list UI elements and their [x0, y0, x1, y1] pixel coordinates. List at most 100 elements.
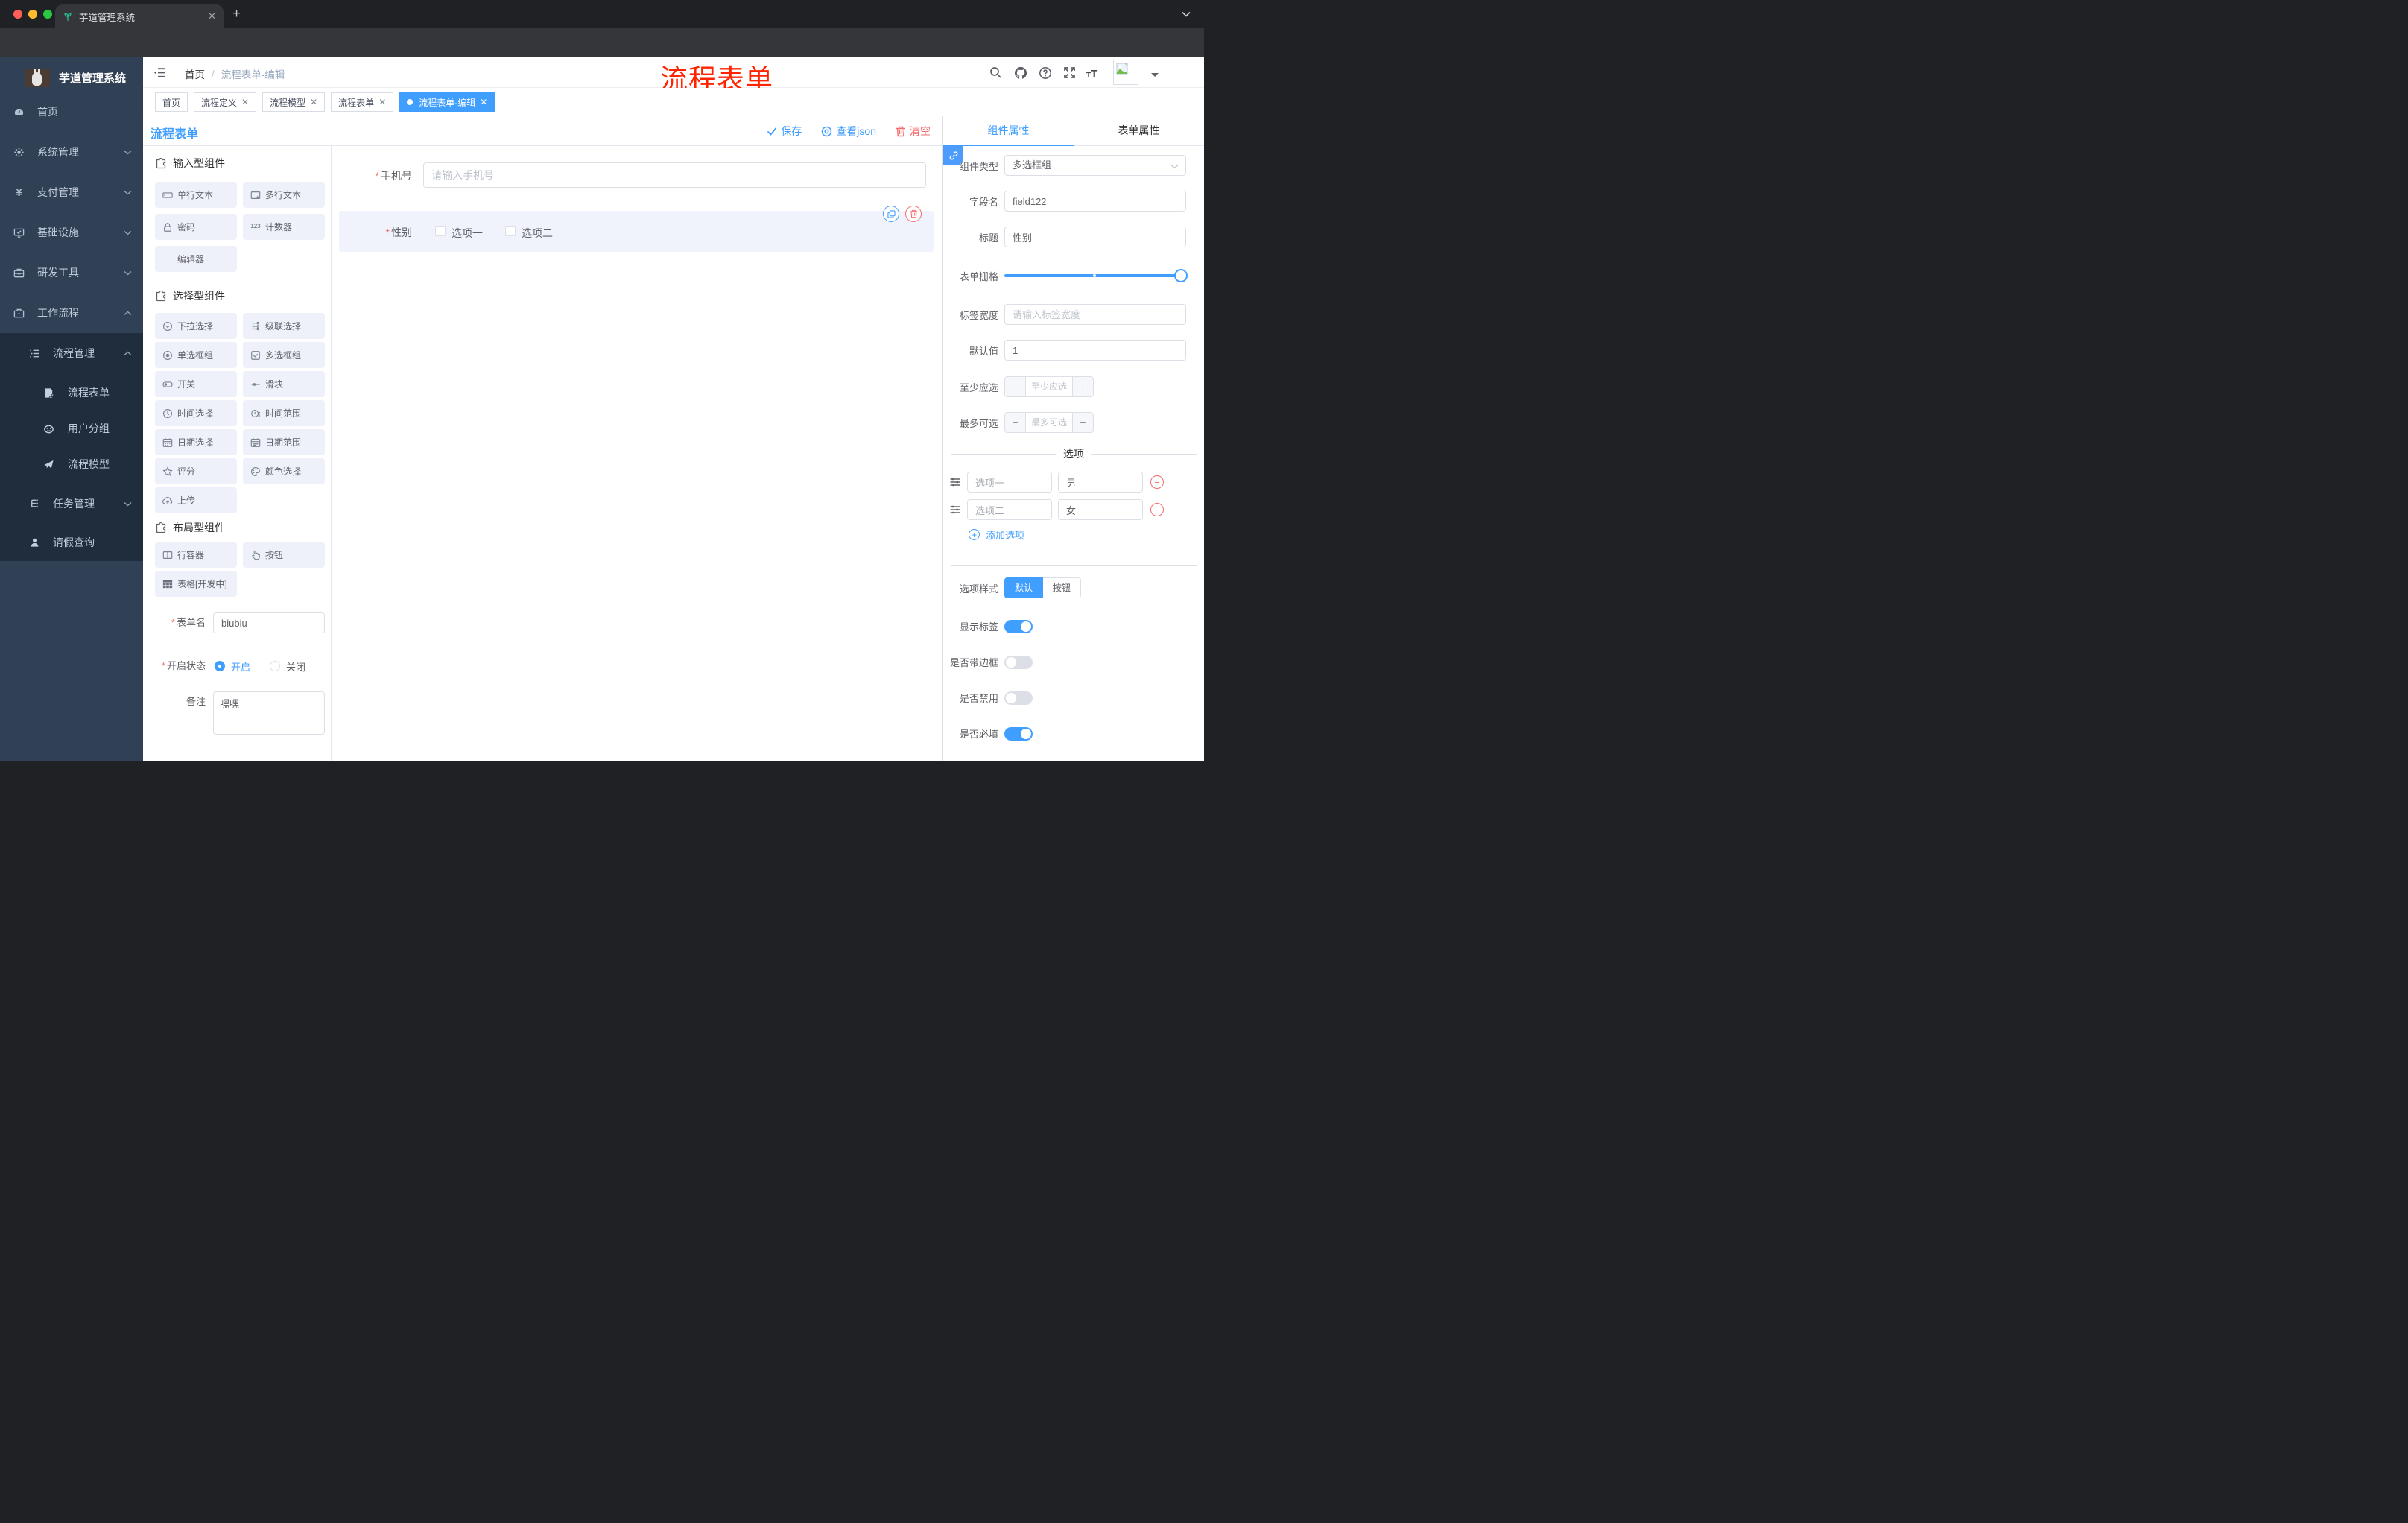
form-grid-slider[interactable] — [1004, 265, 1188, 286]
new-tab-button[interactable]: + — [232, 6, 241, 22]
style-default-button[interactable]: 默认 — [1004, 577, 1044, 598]
drag-handle-icon[interactable] — [949, 504, 961, 516]
github-icon[interactable] — [1014, 66, 1027, 80]
selected-component-gender[interactable]: * 性别 选项一 选项二 — [339, 211, 934, 252]
tab-component-props[interactable]: 组件属性 — [943, 116, 1074, 145]
component-item-table[interactable]: 表格[开发中] — [155, 571, 237, 597]
form-canvas[interactable]: *手机号 *性别 选项一 选项二 — [332, 146, 942, 762]
avatar[interactable] — [1113, 60, 1138, 85]
clear-button[interactable]: 清空 — [896, 124, 931, 139]
sidebar-item-workflow[interactable]: 工作流程 — [0, 293, 143, 333]
delete-component-button[interactable] — [905, 206, 922, 222]
tab-close-icon[interactable]: ✕ — [208, 10, 216, 22]
sidebar-item-process-model[interactable]: 流程模型 — [0, 446, 143, 482]
option1-value-input[interactable] — [1058, 472, 1143, 493]
component-item-time-range[interactable]: 时间范围 — [243, 400, 325, 426]
stepper-increase-button[interactable]: + — [1072, 413, 1093, 432]
default-value-input[interactable] — [1004, 340, 1186, 361]
component-item-checkbox-group[interactable]: 多选框组 — [243, 342, 325, 368]
option2-value-input[interactable] — [1058, 499, 1143, 520]
component-item-switch[interactable]: 开关 — [155, 371, 237, 397]
tag-close-icon[interactable]: ✕ — [241, 97, 249, 107]
sidebar-item-task-mgmt[interactable]: 任务管理 — [0, 485, 143, 522]
component-item-editor[interactable]: 编辑器 — [155, 246, 237, 272]
component-item-counter[interactable]: 123 计数器 — [243, 214, 325, 240]
fullscreen-icon[interactable] — [1063, 66, 1076, 79]
component-item-time-picker[interactable]: 时间选择 — [155, 400, 237, 426]
gender-option1-checkbox[interactable] — [435, 226, 446, 236]
gender-option1-label[interactable]: 选项一 — [452, 226, 483, 241]
title-input[interactable] — [1004, 227, 1186, 247]
remove-option-button[interactable]: − — [1150, 475, 1164, 489]
tag-home[interactable]: 首页 — [155, 92, 188, 112]
save-button[interactable]: 保存 — [767, 124, 802, 139]
sidebar-item-system[interactable]: 系统管理 — [0, 132, 143, 172]
component-item-date-range[interactable]: 日期范围 — [243, 429, 325, 455]
breadcrumb-home[interactable]: 首页 — [185, 66, 205, 81]
form-name-input[interactable] — [213, 612, 325, 633]
status-on-radio[interactable] — [215, 661, 225, 671]
disabled-toggle[interactable] — [1004, 691, 1033, 705]
style-button-button[interactable]: 按钮 — [1043, 577, 1082, 598]
component-item-row-container[interactable]: 行容器 — [155, 542, 237, 568]
component-item-single-line-text[interactable]: 单行文本 — [155, 182, 237, 208]
stepper-increase-button[interactable]: + — [1072, 377, 1093, 396]
sidebar-item-process-mgmt[interactable]: 流程管理 — [0, 335, 143, 372]
window-zoom-button[interactable] — [43, 10, 52, 19]
show-tag-toggle[interactable] — [1004, 619, 1033, 633]
slider-handle[interactable] — [1174, 269, 1188, 282]
required-toggle[interactable] — [1004, 726, 1033, 741]
stepper-decrease-button[interactable]: − — [1005, 377, 1026, 396]
stepper-decrease-button[interactable]: − — [1005, 413, 1026, 432]
label-width-input[interactable] — [1004, 304, 1186, 325]
tag-close-icon[interactable]: ✕ — [480, 97, 487, 107]
view-json-button[interactable]: 查看json — [821, 124, 876, 139]
sidebar-collapse-button[interactable] — [153, 66, 166, 79]
status-off-radio[interactable] — [270, 661, 281, 671]
remove-option-button[interactable]: − — [1150, 503, 1164, 516]
sidebar-item-home[interactable]: 首页 — [0, 92, 143, 132]
sidebar-item-leave-query[interactable]: 请假查询 — [0, 524, 143, 561]
app-logo[interactable]: 芋道管理系统 — [0, 60, 143, 95]
component-item-dropdown[interactable]: 下拉选择 — [155, 313, 237, 339]
help-icon[interactable] — [1039, 66, 1052, 80]
window-minimize-button[interactable] — [28, 10, 37, 19]
min-select-input[interactable]: 至少应选 — [1026, 377, 1072, 396]
component-type-select[interactable]: 多选框组 — [1004, 155, 1186, 176]
tag-process-form-edit[interactable]: 流程表单-编辑 ✕ — [399, 92, 495, 112]
status-on-label[interactable]: 开启 — [231, 659, 250, 674]
font-size-icon[interactable]: TT — [1086, 68, 1097, 81]
tag-process-model[interactable]: 流程模型 ✕ — [262, 92, 326, 112]
max-select-input[interactable]: 最多可选 — [1026, 413, 1072, 432]
sidebar-item-process-form[interactable]: 流程表单 — [0, 375, 143, 411]
component-item-rate[interactable]: 评分 — [155, 458, 237, 484]
form-remark-textarea[interactable]: 嘿嘿 — [213, 691, 325, 735]
sidebar-item-dev-tools[interactable]: 研发工具 — [0, 253, 143, 293]
component-item-password[interactable]: 密码 — [155, 214, 237, 240]
component-item-cascade[interactable]: 级联选择 — [243, 313, 325, 339]
tag-process-form[interactable]: 流程表单 ✕ — [331, 92, 394, 112]
search-icon[interactable] — [989, 66, 1002, 79]
gender-option2-checkbox[interactable] — [505, 226, 516, 236]
tag-close-icon[interactable]: ✕ — [378, 97, 386, 107]
status-off-label[interactable]: 关闭 — [286, 659, 305, 674]
tab-form-props[interactable]: 表单属性 — [1074, 116, 1204, 145]
field-name-input[interactable] — [1004, 191, 1186, 212]
sidebar-item-infrastructure[interactable]: 基础设施 — [0, 212, 143, 253]
tab-search-chevron-icon[interactable] — [1182, 11, 1191, 17]
component-item-slider[interactable]: 滑块 — [243, 371, 325, 397]
component-item-button[interactable]: 按钮 — [243, 542, 325, 568]
tag-close-icon[interactable]: ✕ — [310, 97, 317, 107]
browser-tab[interactable]: 芋道管理系统 ✕ — [55, 4, 224, 28]
component-item-upload[interactable]: 上传 — [155, 487, 237, 513]
drag-handle-icon[interactable] — [949, 476, 961, 488]
gender-option2-label[interactable]: 选项二 — [522, 226, 553, 241]
component-item-date-picker[interactable]: 日期选择 — [155, 429, 237, 455]
phone-field-input[interactable] — [423, 162, 926, 188]
sidebar-item-user-group[interactable]: 用户分组 — [0, 411, 143, 446]
component-item-radio-group[interactable]: 单选框组 — [155, 342, 237, 368]
add-option-button[interactable]: + 添加选项 — [949, 528, 1024, 542]
window-close-button[interactable] — [13, 10, 22, 19]
component-item-color-picker[interactable]: 颜色选择 — [243, 458, 325, 484]
copy-component-button[interactable] — [883, 206, 899, 222]
